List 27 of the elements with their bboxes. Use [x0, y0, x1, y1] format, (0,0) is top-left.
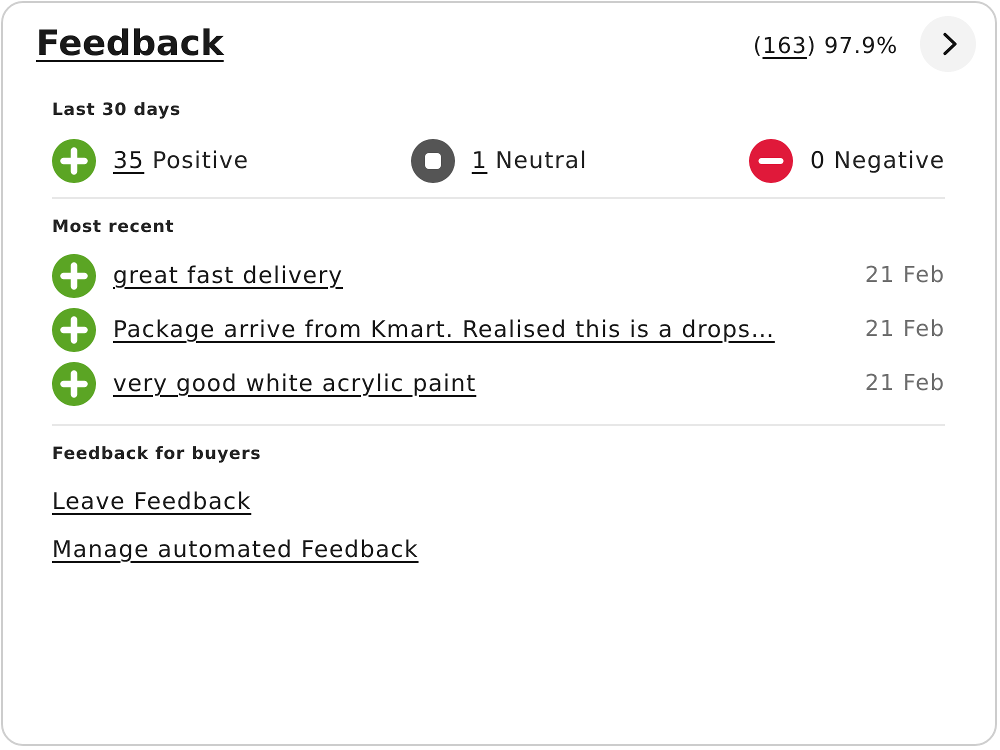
feedback-comment-link[interactable]: very good white acrylic paint: [113, 369, 476, 399]
plus-circle-icon: [52, 308, 96, 352]
chevron-right-icon: [942, 32, 958, 56]
plus-circle-icon: [52, 254, 96, 298]
count-link[interactable]: 1: [472, 146, 488, 176]
feedback-date: 21 Feb: [865, 262, 945, 290]
plus-circle-icon: [52, 139, 96, 183]
feedback-date: 21 Feb: [865, 370, 945, 398]
plus-circle-icon: [52, 362, 96, 406]
buyer-feedback-link[interactable]: Leave Feedback: [52, 486, 252, 518]
count-text: 0: [810, 147, 826, 176]
feedback-comment-link[interactable]: great fast delivery: [113, 261, 343, 291]
rating-count-link[interactable]: 163: [762, 34, 807, 58]
rating-text: (163) 97.9%: [753, 34, 898, 58]
section-heading: Feedback for buyers: [52, 443, 262, 466]
feedback-comment-link[interactable]: Package arrive from Kmart. Realised this is a drops…: [113, 315, 775, 345]
minus-circle-icon: [749, 139, 794, 183]
rating-label: Negative: [834, 147, 945, 176]
section-heading: Most recent: [52, 216, 176, 239]
count-link[interactable]: 35: [113, 146, 144, 176]
title-link[interactable]: Feedback: [36, 20, 224, 68]
section-heading: Last 30 days: [52, 99, 182, 122]
feedback-date: 21 Feb: [865, 316, 945, 344]
rating-label: Positive: [152, 147, 249, 176]
square-circle-icon: [410, 139, 455, 183]
rating-label: Neutral: [495, 147, 588, 176]
buyer-feedback-link[interactable]: Manage automated Feedback: [52, 534, 419, 566]
